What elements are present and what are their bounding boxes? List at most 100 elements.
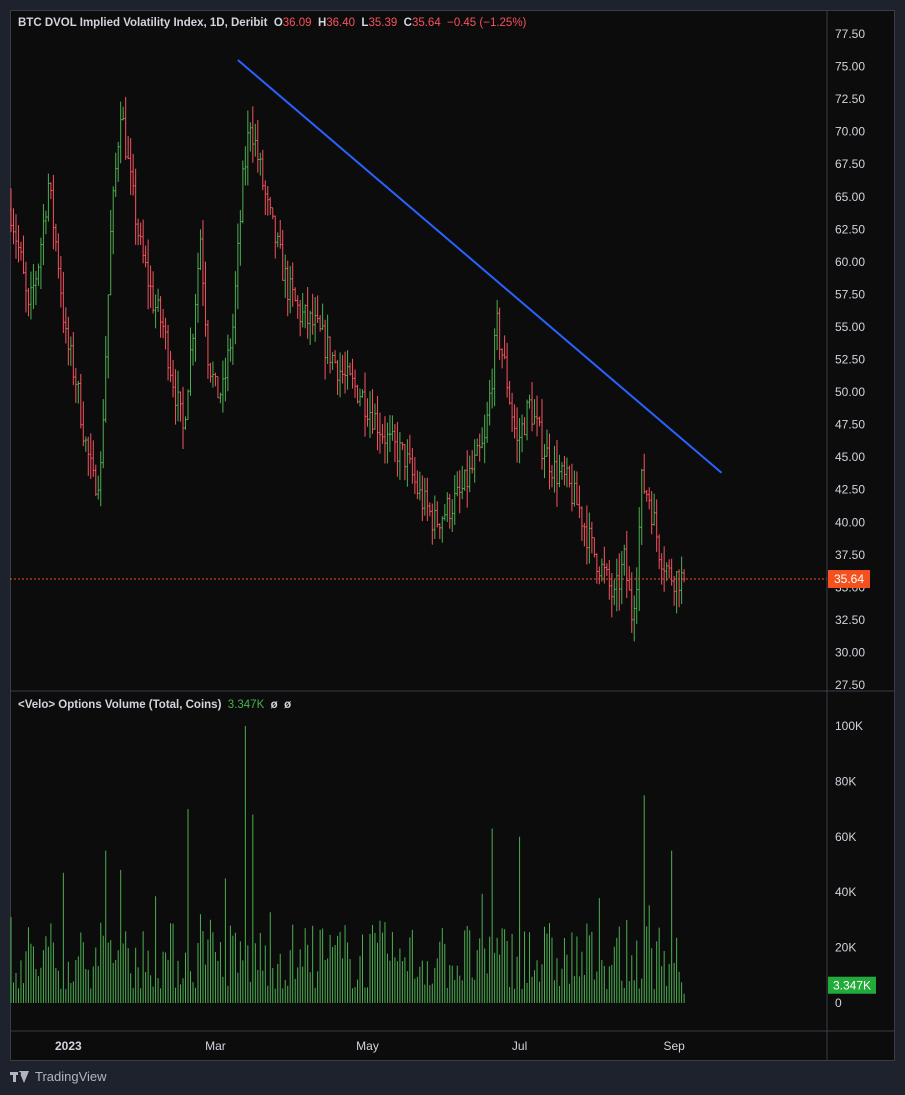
price-bar bbox=[311, 293, 314, 335]
price-bar bbox=[22, 235, 25, 274]
price-bar bbox=[27, 287, 30, 317]
price-bar bbox=[520, 414, 524, 453]
price-bar bbox=[376, 395, 379, 451]
price-bar bbox=[371, 389, 374, 434]
price-bar bbox=[508, 380, 511, 405]
tradingview-footer[interactable]: TradingView bbox=[10, 1069, 107, 1084]
price-bar bbox=[52, 174, 55, 250]
price-bar bbox=[214, 372, 217, 387]
price-bar bbox=[226, 334, 230, 392]
price-bar bbox=[605, 563, 609, 577]
price-bar bbox=[34, 271, 38, 306]
price-bar bbox=[488, 379, 491, 426]
price-bar bbox=[650, 490, 653, 535]
price-bar bbox=[249, 122, 252, 152]
price-tick-label: 57.50 bbox=[835, 287, 865, 301]
volume-legend-extra2: ø bbox=[284, 699, 292, 711]
price-bar bbox=[296, 295, 299, 319]
price-bar bbox=[603, 546, 606, 584]
price-bar bbox=[670, 558, 673, 586]
price-bar bbox=[124, 96, 127, 160]
price-bar bbox=[665, 562, 668, 581]
price-bar bbox=[341, 354, 344, 384]
price-bar bbox=[583, 523, 586, 547]
price-bar bbox=[199, 229, 202, 271]
price-bar bbox=[321, 303, 324, 331]
price-bar bbox=[483, 414, 486, 464]
chart-canvas[interactable]: 27.5030.0032.5035.0037.5040.0042.5045.00… bbox=[10, 10, 895, 1061]
price-bar bbox=[368, 391, 372, 438]
price-bar bbox=[112, 186, 115, 255]
price-bar bbox=[276, 232, 279, 248]
price-bar bbox=[234, 271, 237, 345]
legend-open-value: 36.09 bbox=[282, 17, 312, 29]
price-bar bbox=[588, 512, 591, 564]
price-bar bbox=[289, 266, 292, 314]
price-bar bbox=[308, 310, 312, 345]
price-bar bbox=[264, 180, 267, 216]
price-bar bbox=[640, 468, 643, 545]
legend-close-value: 35.64 bbox=[411, 17, 441, 29]
price-bar bbox=[635, 567, 638, 625]
price-bar bbox=[401, 441, 404, 451]
price-bar bbox=[613, 579, 616, 606]
price-bar bbox=[633, 595, 636, 642]
price-bar bbox=[154, 294, 157, 329]
price-bar bbox=[284, 254, 287, 298]
price-bar bbox=[595, 553, 599, 584]
price-bars bbox=[10, 96, 686, 642]
price-bar bbox=[286, 260, 289, 317]
volume-bars bbox=[10, 726, 685, 1003]
price-tick-label: 47.50 bbox=[835, 418, 865, 432]
price-bar bbox=[37, 263, 40, 286]
price-bar bbox=[102, 399, 105, 469]
price-tick-label: 55.00 bbox=[835, 320, 865, 334]
price-bar bbox=[478, 433, 481, 462]
price-bar bbox=[64, 307, 68, 344]
volume-tick-label: 0 bbox=[835, 996, 842, 1010]
price-bar bbox=[156, 288, 160, 312]
price-bar bbox=[388, 415, 392, 453]
legend-low-value: 35.39 bbox=[368, 17, 398, 29]
price-bar bbox=[246, 110, 250, 186]
price-bar bbox=[201, 220, 205, 307]
price-bar bbox=[456, 471, 459, 497]
price-bar bbox=[436, 501, 439, 528]
price-bar bbox=[79, 373, 83, 429]
trendline bbox=[237, 59, 723, 474]
price-bar bbox=[241, 160, 245, 224]
price-bar bbox=[303, 304, 307, 329]
price-bar bbox=[176, 370, 180, 422]
price-bar bbox=[625, 530, 628, 599]
price-bar bbox=[141, 219, 145, 264]
volume-tick-label: 40K bbox=[835, 885, 856, 899]
price-bar bbox=[408, 434, 412, 464]
price-bar bbox=[677, 569, 681, 608]
price-bar bbox=[523, 417, 526, 436]
time-tick-label: Sep bbox=[663, 1039, 685, 1053]
price-bar bbox=[473, 439, 476, 483]
price-bar bbox=[89, 433, 92, 479]
price-bar bbox=[630, 572, 633, 633]
price-bar bbox=[548, 433, 551, 490]
price-bar bbox=[231, 313, 235, 365]
price-bar bbox=[645, 489, 648, 502]
price-bar bbox=[448, 493, 451, 529]
price-bar bbox=[104, 335, 107, 423]
price-bar bbox=[618, 553, 621, 611]
price-bar bbox=[500, 348, 504, 369]
volume-legend[interactable]: <Velo> Options Volume (Total, Coins) 3.3… bbox=[18, 699, 291, 711]
price-bar bbox=[580, 506, 584, 541]
price-legend[interactable]: BTC DVOL Implied Volatility Index, 1D, D… bbox=[18, 17, 526, 29]
legend-change: −0.45 (−1.25%) bbox=[447, 17, 527, 29]
price-bar bbox=[652, 493, 656, 526]
price-bar bbox=[139, 222, 142, 245]
price-bar bbox=[490, 368, 494, 409]
time-x-axis: 2023 Mar May Jul Sep bbox=[55, 1039, 685, 1053]
price-bar bbox=[538, 416, 541, 427]
price-bar bbox=[57, 233, 60, 279]
price-bar bbox=[533, 399, 536, 425]
price-bar bbox=[463, 469, 466, 491]
price-bar bbox=[159, 296, 162, 338]
price-bar bbox=[44, 210, 48, 235]
